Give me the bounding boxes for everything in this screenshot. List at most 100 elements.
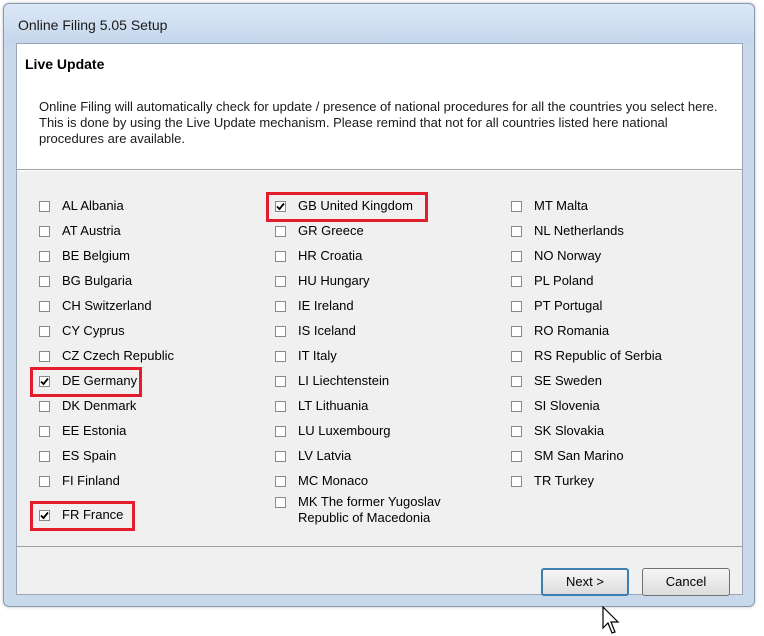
country-checkbox-at[interactable]: AT Austria (39, 223, 121, 241)
wizard-header: Live Update Online Filing will automatic… (17, 44, 742, 170)
country-checkbox-fr[interactable]: FR France (39, 507, 123, 525)
country-label: CZ Czech Republic (62, 348, 174, 363)
country-checkbox-al[interactable]: AL Albania (39, 198, 124, 216)
checkbox[interactable] (39, 351, 50, 362)
country-checkbox-ie[interactable]: IE Ireland (275, 298, 354, 316)
checkbox[interactable] (511, 226, 522, 237)
next-button[interactable]: Next > (541, 568, 629, 596)
checkbox[interactable] (275, 476, 286, 487)
country-label: LI Liechtenstein (298, 373, 390, 388)
checkbox[interactable] (511, 201, 522, 212)
country-label: LT Lithuania (298, 398, 369, 413)
country-label: CY Cyprus (62, 323, 125, 338)
checkbox[interactable] (275, 301, 286, 312)
checkbox[interactable] (511, 451, 522, 462)
checkbox[interactable] (39, 510, 50, 521)
country-checkbox-li[interactable]: LI Liechtenstein (275, 373, 389, 391)
checkbox[interactable] (511, 301, 522, 312)
checkbox[interactable] (39, 226, 50, 237)
checkbox[interactable] (511, 251, 522, 262)
wizard-client-area: Live Update Online Filing will automatic… (16, 43, 743, 634)
country-checkbox-ee[interactable]: EE Estonia (39, 423, 126, 441)
checkbox[interactable] (39, 326, 50, 337)
checkbox[interactable] (275, 376, 286, 387)
country-checkbox-dk[interactable]: DK Denmark (39, 398, 136, 416)
country-label: MK The former Yugoslav Republic of Maced… (298, 494, 441, 525)
country-checkbox-nl[interactable]: NL Netherlands (511, 223, 624, 241)
country-checkbox-gb[interactable]: GB United Kingdom (275, 198, 413, 216)
checkbox[interactable] (275, 497, 286, 508)
country-label: PL Poland (534, 273, 594, 288)
country-checkbox-rs[interactable]: RS Republic of Serbia (511, 348, 662, 366)
checkbox[interactable] (39, 401, 50, 412)
country-checkbox-pt[interactable]: PT Portugal (511, 298, 602, 316)
country-checkbox-mk[interactable]: MK The former Yugoslav Republic of Maced… (275, 494, 475, 528)
country-checkbox-sm[interactable]: SM San Marino (511, 448, 624, 466)
country-checkbox-ro[interactable]: RO Romania (511, 323, 609, 341)
setup-window: Online Filing 5.05 Setup Live Update Onl… (3, 3, 755, 634)
checkbox[interactable] (39, 376, 50, 387)
checkbox[interactable] (511, 426, 522, 437)
checkbox[interactable] (39, 451, 50, 462)
country-checkbox-es[interactable]: ES Spain (39, 448, 116, 466)
checkbox[interactable] (39, 276, 50, 287)
country-checkbox-ch[interactable]: CH Switzerland (39, 298, 152, 316)
country-label: MC Monaco (298, 473, 369, 488)
country-checkbox-tr[interactable]: TR Turkey (511, 473, 594, 491)
checkbox[interactable] (275, 251, 286, 262)
country-checkbox-pl[interactable]: PL Poland (511, 273, 594, 291)
checkbox[interactable] (275, 451, 286, 462)
checkbox[interactable] (275, 276, 286, 287)
country-checkbox-si[interactable]: SI Slovenia (511, 398, 600, 416)
country-checkbox-cy[interactable]: CY Cyprus (39, 323, 125, 341)
country-checkbox-gr[interactable]: GR Greece (275, 223, 364, 241)
country-checkbox-lv[interactable]: LV Latvia (275, 448, 351, 466)
checkbox[interactable] (511, 351, 522, 362)
country-checkbox-se[interactable]: SE Sweden (511, 373, 602, 391)
checkbox[interactable] (511, 376, 522, 387)
checkbox[interactable] (39, 426, 50, 437)
country-label: GB United Kingdom (298, 198, 413, 213)
checkbox[interactable] (275, 426, 286, 437)
checkbox[interactable] (511, 326, 522, 337)
country-checkbox-hu[interactable]: HU Hungary (275, 273, 370, 291)
checkbox[interactable] (39, 201, 50, 212)
cancel-button[interactable]: Cancel (642, 568, 730, 596)
checkbox[interactable] (275, 326, 286, 337)
country-label: SI Slovenia (534, 398, 600, 413)
checkbox[interactable] (511, 476, 522, 487)
country-checkbox-is[interactable]: IS Iceland (275, 323, 356, 341)
country-label: HU Hungary (298, 273, 370, 288)
country-label: FR France (62, 507, 124, 522)
country-checkbox-de[interactable]: DE Germany (39, 373, 137, 391)
checkbox[interactable] (275, 201, 286, 212)
country-label: IS Iceland (298, 323, 356, 338)
country-checkbox-mt[interactable]: MT Malta (511, 198, 588, 216)
country-checkbox-lu[interactable]: LU Luxembourg (275, 423, 391, 441)
country-checkbox-hr[interactable]: HR Croatia (275, 248, 362, 266)
checkbox[interactable] (511, 276, 522, 287)
country-checkbox-bg[interactable]: BG Bulgaria (39, 273, 132, 291)
checkbox[interactable] (39, 301, 50, 312)
country-checkbox-sk[interactable]: SK Slovakia (511, 423, 604, 441)
country-checkbox-lt[interactable]: LT Lithuania (275, 398, 368, 416)
country-checkbox-it[interactable]: IT Italy (275, 348, 337, 366)
country-label: NO Norway (534, 248, 602, 263)
checkbox[interactable] (275, 351, 286, 362)
country-checkbox-mc[interactable]: MC Monaco (275, 473, 368, 491)
checkbox[interactable] (275, 226, 286, 237)
window-title: Online Filing 5.05 Setup (18, 17, 168, 33)
country-label: CH Switzerland (62, 298, 152, 313)
country-checkbox-be[interactable]: BE Belgium (39, 248, 130, 266)
country-label: BG Bulgaria (62, 273, 133, 288)
country-checkbox-cz[interactable]: CZ Czech Republic (39, 348, 174, 366)
checkbox[interactable] (39, 251, 50, 262)
country-checkbox-fi[interactable]: FI Finland (39, 473, 120, 491)
checkbox[interactable] (39, 476, 50, 487)
country-label: DK Denmark (62, 398, 137, 413)
checkbox[interactable] (511, 401, 522, 412)
checkbox[interactable] (275, 401, 286, 412)
country-checkbox-no[interactable]: NO Norway (511, 248, 601, 266)
footer-separator (17, 546, 742, 547)
country-label: RS Republic of Serbia (534, 348, 662, 363)
